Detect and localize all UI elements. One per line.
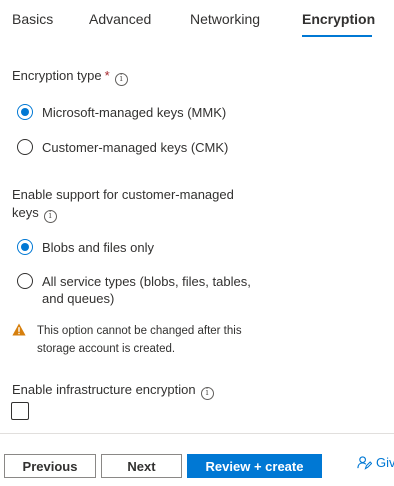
radio-button-checked[interactable]: [17, 104, 33, 120]
radio-cmk-label: Customer-managed keys (CMK): [42, 140, 229, 155]
cmk-support-label-line1: Enable support for customer-managed: [12, 187, 234, 202]
cmk-support-label-line2: keys: [12, 205, 39, 220]
tab-bar: Basics Advanced Networking Encryption: [0, 0, 394, 40]
tab-advanced[interactable]: Advanced: [89, 11, 151, 27]
radio-all-services-label-line1: All service types (blobs, files, tables,: [42, 274, 251, 289]
infrastructure-encryption-label: Enable infrastructure encryption i: [12, 381, 214, 400]
tab-networking[interactable]: Networking: [190, 11, 260, 27]
radio-blobs-files[interactable]: Blobs and files only: [17, 239, 154, 256]
infrastructure-encryption-checkbox[interactable]: [11, 402, 29, 420]
radio-all-services[interactable]: All service types (blobs, files, tables,…: [17, 273, 251, 307]
footer-divider: [0, 433, 394, 434]
warning-text-line2: storage account is created.: [37, 343, 176, 355]
radio-mmk[interactable]: Microsoft-managed keys (MMK): [17, 104, 226, 121]
next-button[interactable]: Next: [101, 454, 182, 478]
radio-blobs-files-label: Blobs and files only: [42, 240, 155, 255]
give-feedback-label: Giv: [376, 455, 394, 470]
radio-mmk-label: Microsoft-managed keys (MMK): [42, 105, 227, 120]
warning-text: This option cannot be changed after this…: [37, 322, 277, 358]
info-icon[interactable]: i: [200, 387, 214, 400]
encryption-type-label-text: Encryption type: [12, 68, 102, 83]
tab-encryption[interactable]: Encryption: [302, 11, 375, 27]
radio-cmk[interactable]: Customer-managed keys (CMK): [17, 139, 228, 156]
feedback-icon: [357, 456, 372, 470]
radio-button-unchecked[interactable]: [17, 273, 33, 289]
infrastructure-encryption-label-text: Enable infrastructure encryption: [12, 382, 196, 397]
cmk-support-label: Enable support for customer-managed keys…: [12, 186, 234, 223]
radio-button-checked[interactable]: [17, 239, 33, 255]
radio-all-services-label: All service types (blobs, files, tables,…: [42, 273, 251, 307]
radio-button-unchecked[interactable]: [17, 139, 33, 155]
give-feedback-link[interactable]: Giv: [357, 455, 394, 470]
warning-icon: [12, 323, 26, 336]
info-icon[interactable]: i: [43, 210, 57, 223]
cmk-support-label-line2-wrap: keys i: [12, 204, 234, 223]
required-marker: *: [104, 68, 110, 83]
active-tab-indicator: [302, 35, 372, 37]
review-create-button[interactable]: Review + create: [187, 454, 322, 478]
warning-text-line1: This option cannot be changed after this: [37, 325, 242, 337]
previous-button[interactable]: Previous: [4, 454, 96, 478]
radio-all-services-label-line2: and queues): [42, 291, 115, 306]
warning-message: This option cannot be changed after this…: [12, 322, 277, 358]
tab-basics[interactable]: Basics: [12, 11, 53, 27]
info-icon[interactable]: i: [114, 73, 128, 86]
encryption-type-label: Encryption type * i: [12, 67, 128, 86]
